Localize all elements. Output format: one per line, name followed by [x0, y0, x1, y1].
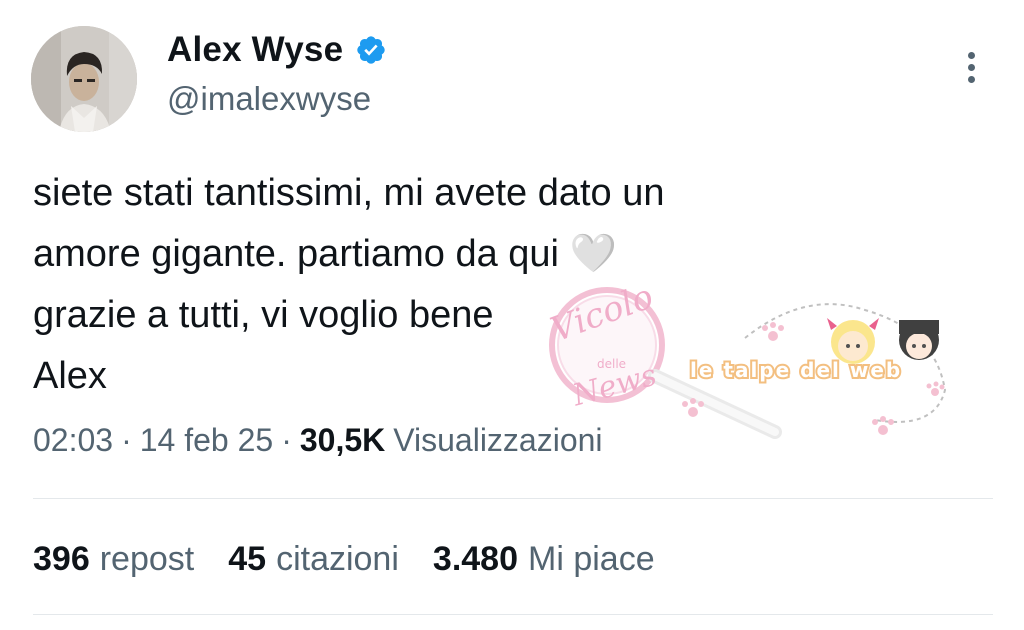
quotes-stat[interactable]: 45 citazioni	[228, 540, 399, 579]
reposts-count: 396	[33, 540, 90, 578]
author-handle[interactable]: @imalexwyse	[167, 80, 371, 118]
reposts-label: repost	[99, 540, 195, 578]
more-dot	[968, 76, 975, 83]
avatar[interactable]	[31, 26, 137, 132]
tweet-time[interactable]: 02:03	[33, 422, 113, 459]
engagement-stats: 396 repost 45 citazioni 3.480 Mi piace	[33, 540, 655, 579]
author-name-row: Alex Wyse	[167, 30, 387, 70]
meta-separator: ·	[281, 422, 292, 458]
watermark-text-4: le talpe del web	[690, 358, 902, 382]
views-label: Visualizzazioni	[393, 422, 603, 458]
likes-stat[interactable]: 3.480 Mi piace	[433, 540, 655, 579]
more-options-button[interactable]	[958, 50, 986, 86]
tweet-meta: 02:03 · 14 feb 25 · 30,5K Visualizzazion…	[33, 422, 603, 459]
verified-badge-icon[interactable]	[355, 34, 387, 66]
author-display-name[interactable]: Alex Wyse	[167, 30, 343, 70]
likes-label: Mi piace	[528, 540, 655, 578]
likes-count: 3.480	[432, 540, 518, 578]
tweet-date[interactable]: 14 feb 25	[140, 422, 273, 459]
more-dot	[968, 64, 975, 71]
more-vertical-icon	[968, 52, 975, 59]
divider	[33, 498, 993, 499]
avatar-image	[31, 26, 137, 132]
meta-separator: ·	[121, 422, 132, 458]
quotes-count: 45	[228, 540, 267, 578]
views-count: 30,5K	[299, 422, 386, 458]
quotes-label: citazioni	[276, 540, 399, 578]
reposts-stat[interactable]: 396 repost	[33, 540, 194, 579]
divider	[33, 614, 993, 615]
